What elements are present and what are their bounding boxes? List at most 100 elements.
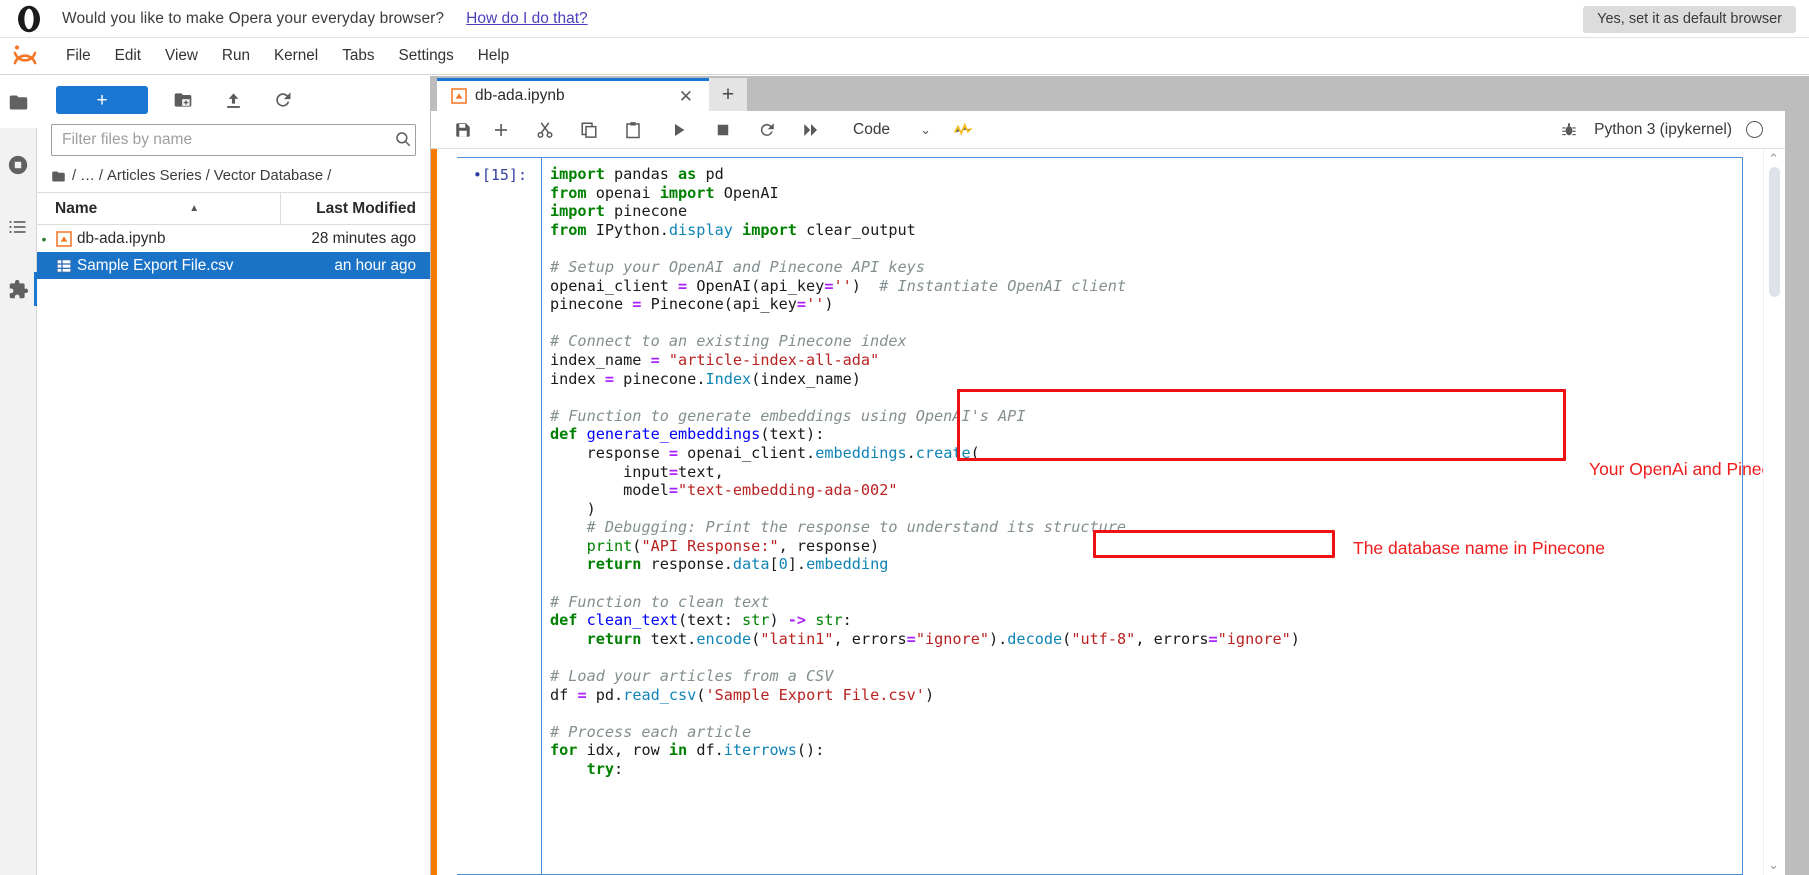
sidebar-item-table-of-contents[interactable] <box>0 204 37 250</box>
menu-help[interactable]: Help <box>466 43 521 69</box>
new-launcher-button[interactable]: + <box>56 86 148 114</box>
restart-icon <box>760 122 774 136</box>
table-of-contents-icon <box>9 220 26 234</box>
tab-db-ada-ipynb[interactable]: db-ada.ipynb ✕ <box>437 78 709 111</box>
menu-settings[interactable]: Settings <box>387 43 466 69</box>
active-cell-indicator <box>431 149 437 875</box>
jupyterlab-menu-bar: File Edit View Run Kernel Tabs Settings … <box>0 38 1809 75</box>
notebook-icon <box>451 88 467 104</box>
banner-message: Would you like to make Opera your everyd… <box>62 9 445 27</box>
upload-icon <box>226 92 240 108</box>
opera-default-browser-banner: Would you like to make Opera your everyd… <box>0 0 1809 38</box>
set-default-browser-button[interactable]: Yes, set it as default browser <box>1583 6 1796 33</box>
menu-view[interactable]: View <box>153 43 210 69</box>
menu-tabs[interactable]: Tabs <box>330 43 386 69</box>
refresh-file-list-button[interactable] <box>266 85 300 115</box>
breadcrumb-home-icon[interactable] <box>51 169 66 184</box>
right-gutter <box>1785 76 1809 875</box>
close-icon[interactable]: ✕ <box>673 88 699 105</box>
filter-files-input[interactable] <box>51 124 416 156</box>
running-kernels-icon <box>8 155 28 175</box>
notebook-panel: db-ada.ipynb ✕ + Code ⌄ Python 3 (ipyker… <box>431 76 1785 875</box>
kernel-idle-circle-icon <box>1746 121 1763 138</box>
sidebar-item-extension-manager[interactable] <box>0 266 37 312</box>
file-name: Sample Export File.csv <box>77 256 234 274</box>
run-icon <box>675 123 685 136</box>
paste-cell-button[interactable] <box>615 115 651 145</box>
column-header-last-modified[interactable]: Last Modified <box>280 193 430 224</box>
cell-input-area[interactable]: import pandas as pd from openai import O… <box>541 158 1742 874</box>
file-browser-panel: + / … / Articles Series / <box>37 76 431 875</box>
breadcrumb-sep-0: / <box>72 168 77 184</box>
cell-prompt-label: [15]: <box>481 166 527 184</box>
list-item[interactable]: Sample Export File.csv an hour ago <box>37 252 430 279</box>
sidebar-item-file-browser[interactable] <box>0 76 37 128</box>
notebook-tab-bar: db-ada.ipynb ✕ + <box>431 76 1785 111</box>
interrupt-kernel-button[interactable] <box>705 115 741 145</box>
api-keys-annotation: Your OpenAi and Pinecone API keys <box>1589 459 1785 479</box>
running-indicator-dot: • <box>41 230 47 247</box>
breadcrumb-vector-database[interactable]: Vector Database <box>214 168 323 184</box>
sidebar-item-running-kernels[interactable] <box>0 142 37 188</box>
refresh-icon <box>276 92 291 107</box>
file-browser-toolbar: + <box>37 76 430 124</box>
menu-kernel[interactable]: Kernel <box>262 43 330 69</box>
upload-files-button[interactable] <box>216 85 250 115</box>
new-tab-button[interactable]: + <box>709 78 747 111</box>
breadcrumb-sep-3: / <box>327 168 332 184</box>
restart-run-all-icon <box>804 123 817 136</box>
restart-kernel-button[interactable] <box>749 115 785 145</box>
new-folder-button[interactable] <box>166 85 200 115</box>
menu-edit[interactable]: Edit <box>103 43 153 69</box>
jupyter-logo-icon <box>8 42 42 70</box>
cell-type-dropdown[interactable]: Code ⌄ <box>847 118 937 142</box>
notebook-scrollbar[interactable]: ⌃ ⌄ <box>1763 149 1785 875</box>
menu-run[interactable]: Run <box>210 43 262 69</box>
cell-source-code: import pandas as pd from openai import O… <box>550 165 1300 778</box>
debugger-bug-icon <box>1562 122 1576 135</box>
save-icon <box>456 122 470 137</box>
cell-area: •[15]: import pandas as pd from openai i… <box>431 149 1785 875</box>
index-name-annotation: The database name in Pinecone <box>1353 538 1605 558</box>
extension-manager-icon <box>9 279 28 298</box>
file-name: db-ada.ipynb <box>77 229 166 247</box>
cut-icon <box>537 121 553 138</box>
run-cell-button[interactable] <box>661 115 697 145</box>
how-do-i-do-that-link[interactable]: How do I do that? <box>466 10 588 28</box>
cut-cell-button[interactable] <box>527 115 563 145</box>
scroll-down-arrow-icon[interactable]: ⌄ <box>1768 857 1779 873</box>
save-button[interactable] <box>445 115 481 145</box>
paste-icon <box>626 121 640 138</box>
breadcrumb-articles-series[interactable]: Articles Series <box>107 168 202 184</box>
cell-prompt: •[15]: <box>451 166 527 184</box>
breadcrumb-sep-2: / <box>205 168 210 184</box>
breadcrumb-ellipsis[interactable]: … <box>80 168 95 184</box>
list-item[interactable]: • db-ada.ipynb 28 minutes ago <box>37 225 430 252</box>
insert-cell-icon <box>495 123 507 136</box>
activity-chart-button[interactable] <box>945 115 981 145</box>
kernel-name-label[interactable]: Python 3 (ipykernel) <box>1594 121 1732 139</box>
toolbar-right-group: Python 3 (ipykernel) <box>1558 115 1777 145</box>
file-browser-icon <box>9 95 27 109</box>
tab-title: db-ada.ipynb <box>475 87 565 104</box>
opera-logo-icon <box>14 4 44 34</box>
file-modified: 28 minutes ago <box>311 229 416 247</box>
cell-type-value: Code <box>853 120 891 138</box>
scrollbar-thumb[interactable] <box>1769 167 1780 297</box>
copy-icon <box>581 122 597 138</box>
scroll-up-arrow-icon[interactable]: ⌃ <box>1768 151 1779 167</box>
debugger-button[interactable] <box>1558 115 1580 145</box>
csv-file-icon <box>51 258 77 274</box>
restart-run-all-button[interactable] <box>793 115 829 145</box>
file-modified: an hour ago <box>334 256 416 274</box>
column-header-name[interactable]: Name ▲ <box>37 200 280 218</box>
sort-ascending-icon: ▲ <box>189 203 200 214</box>
breadcrumb-sep-1: / <box>98 168 104 184</box>
file-list-header: Name ▲ Last Modified <box>37 192 430 225</box>
left-activity-bar <box>0 76 37 875</box>
code-cell[interactable]: •[15]: import pandas as pd from openai i… <box>457 157 1743 875</box>
notebook-canvas: •[15]: import pandas as pd from openai i… <box>431 149 1785 875</box>
insert-cell-button[interactable] <box>483 115 519 145</box>
menu-file[interactable]: File <box>54 43 103 69</box>
copy-cell-button[interactable] <box>571 115 607 145</box>
